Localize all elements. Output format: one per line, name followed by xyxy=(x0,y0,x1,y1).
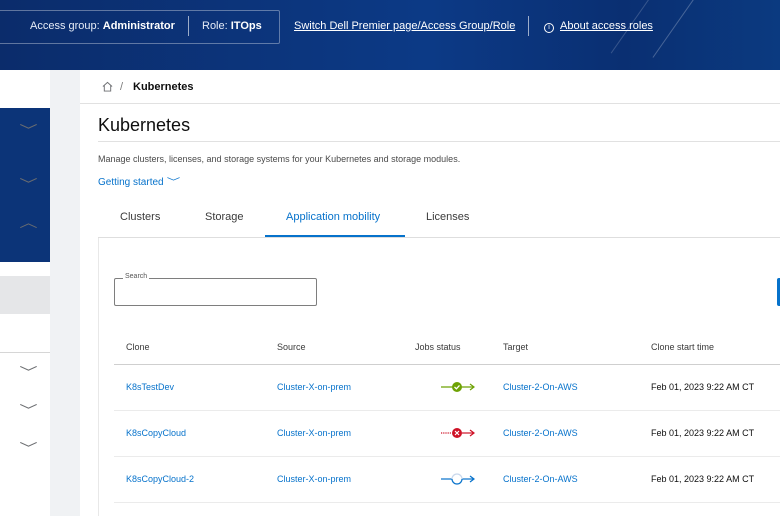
switch-access-link[interactable]: Switch Dell Premier page/Access Group/Ro… xyxy=(294,20,515,32)
clone-link[interactable]: K8sCopyCloud-2 xyxy=(114,456,265,503)
column-header-target[interactable]: Target xyxy=(491,330,639,365)
failed-status-icon xyxy=(441,428,475,438)
column-header-clone[interactable]: Clone xyxy=(114,330,265,365)
chevron-down-icon[interactable]: ﹀ xyxy=(19,438,37,457)
divider xyxy=(0,352,50,353)
success-status-icon xyxy=(441,382,475,392)
access-group: Access group: Administrator xyxy=(30,20,175,32)
header-separator xyxy=(188,16,189,36)
about-access-roles-link[interactable]: i About access roles xyxy=(544,20,653,33)
search-field[interactable]: Search xyxy=(114,273,317,306)
chevron-down-icon[interactable]: ﹀ xyxy=(19,400,37,419)
source-link[interactable]: Cluster-X-on-prem xyxy=(265,364,415,411)
chevron-down-icon[interactable]: ﹀ xyxy=(19,120,37,139)
application-mobility-panel: Search Clone Source Jobs status Target C… xyxy=(98,238,780,516)
chevron-down-icon[interactable]: ﹀ xyxy=(19,362,37,381)
breadcrumb-current: Kubernetes xyxy=(133,81,194,93)
clone-start-time: Feb 01, 2023 9:22 AM CT xyxy=(639,456,780,503)
in-progress-status-icon xyxy=(441,473,475,485)
getting-started-toggle[interactable]: Getting started ﹀ xyxy=(98,175,180,188)
header-separator xyxy=(528,16,529,36)
tab-licenses[interactable]: Licenses xyxy=(426,211,469,223)
jobs-status-cell xyxy=(415,364,491,411)
table-row: K8sTestDev Cluster-X-on-prem Cluster-2-O… xyxy=(114,364,780,411)
target-link[interactable]: Cluster-2-On-AWS xyxy=(491,364,639,411)
target-link[interactable]: Cluster-2-On-AWS xyxy=(491,456,639,503)
search-input[interactable] xyxy=(119,285,309,301)
tab-application-mobility[interactable]: Application mobility xyxy=(286,211,380,223)
column-header-jobs-status[interactable]: Jobs status xyxy=(415,330,491,365)
table-row: K8sCopyCloud Cluster-X-on-prem Cluster-2… xyxy=(114,410,780,457)
column-header-clone-start-time[interactable]: Clone start time xyxy=(639,330,780,365)
chevron-down-icon: ﹀ xyxy=(166,177,180,187)
sidebar: ﹀ ﹀ ︿ ﹀ ﹀ ﹀ xyxy=(0,70,50,516)
sidebar-item-selected[interactable] xyxy=(0,276,50,314)
source-link[interactable]: Cluster-X-on-prem xyxy=(265,410,415,457)
source-link[interactable]: Cluster-X-on-prem xyxy=(265,456,415,503)
table-header-row: Clone Source Jobs status Target Clone st… xyxy=(114,330,780,365)
divider xyxy=(98,141,780,142)
chevron-down-icon[interactable]: ﹀ xyxy=(19,174,37,193)
table-row: K8sCopyCloud-2 Cluster-X-on-prem Cluster… xyxy=(114,456,780,503)
role: Role: ITOps xyxy=(202,20,262,32)
breadcrumb: / Kubernetes xyxy=(80,70,780,104)
home-icon[interactable] xyxy=(102,81,113,92)
chevron-up-icon[interactable]: ︿ xyxy=(19,212,37,231)
target-link[interactable]: Cluster-2-On-AWS xyxy=(491,410,639,457)
main-content: Kubernetes Manage clusters, licenses, an… xyxy=(80,104,780,516)
column-header-source[interactable]: Source xyxy=(265,330,415,365)
jobs-status-cell xyxy=(415,410,491,457)
page-description: Manage clusters, licenses, and storage s… xyxy=(98,154,461,164)
clone-start-time: Feb 01, 2023 9:22 AM CT xyxy=(639,364,780,411)
clone-link[interactable]: K8sTestDev xyxy=(114,364,265,411)
search-label: Search xyxy=(123,273,150,280)
breadcrumb-separator: / xyxy=(120,81,124,93)
clone-link[interactable]: K8sCopyCloud xyxy=(114,410,265,457)
top-header: Access group: Administrator Role: ITOps … xyxy=(0,0,780,70)
tab-bar: Clusters Storage Application mobility Li… xyxy=(98,202,780,238)
clones-table: Clone Source Jobs status Target Clone st… xyxy=(114,330,780,503)
sidebar-section xyxy=(0,70,50,108)
jobs-status-cell xyxy=(415,456,491,503)
tab-clusters[interactable]: Clusters xyxy=(120,211,160,223)
active-tab-indicator xyxy=(265,235,405,237)
page-title: Kubernetes xyxy=(98,115,191,135)
clone-start-time: Feb 01, 2023 9:22 AM CT xyxy=(639,410,780,457)
info-icon: i xyxy=(544,23,554,33)
tab-storage[interactable]: Storage xyxy=(205,211,244,223)
